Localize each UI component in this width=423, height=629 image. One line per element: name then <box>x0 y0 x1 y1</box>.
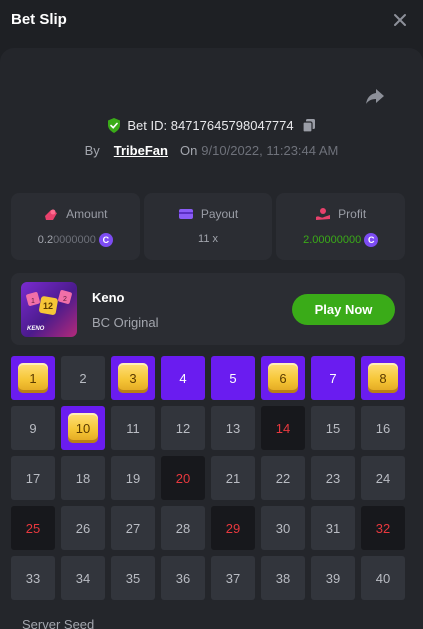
payout-card: Payout 11 x <box>143 193 273 260</box>
keno-cell-4: 4 <box>161 356 205 400</box>
keno-board: 1 2 3 4 5 6 7 8 9 10 11 12 13 14 15 16 17 18 19 20 21 22 23 24 2… <box>11 356 405 600</box>
keno-cell-3: 3 <box>111 356 155 400</box>
keno-cell-11: 11 <box>111 406 155 450</box>
keno-dice-1: 1 <box>31 298 35 305</box>
keno-cell-8: 8 <box>361 356 405 400</box>
bet-meta-row: By TribeFan On 9/10/2022, 11:23:44 AM <box>0 141 423 159</box>
keno-cell-37: 37 <box>211 556 255 600</box>
coin-icon: C <box>364 233 379 247</box>
modal-header: Bet Slip <box>0 0 423 40</box>
payout-icon <box>178 209 193 219</box>
game-provider: BC Original <box>92 315 159 330</box>
keno-cell-14: 14 <box>261 406 305 450</box>
on-label: On <box>179 142 198 158</box>
keno-cell-26: 26 <box>61 506 105 550</box>
game-name: Keno <box>92 290 125 305</box>
keno-logo-text: KENO <box>27 326 45 332</box>
bet-date: 9/10/2022, 11:23:44 AM <box>201 142 339 158</box>
keno-cell-2: 2 <box>61 356 105 400</box>
play-now-button[interactable]: Play Now <box>292 294 395 325</box>
keno-cell-24: 24 <box>361 456 405 500</box>
shield-check-icon <box>108 117 121 133</box>
keno-cell-39: 39 <box>311 556 355 600</box>
hit-tile: 6 <box>268 363 298 393</box>
keno-cell-28: 28 <box>161 506 205 550</box>
hit-tile: 8 <box>368 363 398 393</box>
coin-icon: C <box>98 233 113 247</box>
amount-value-main: 0.2 <box>37 234 54 246</box>
bet-id-row: Bet ID: 84717645798047774 <box>0 115 423 135</box>
keno-cell-25: 25 <box>11 506 55 550</box>
keno-cell-10: 10 <box>61 406 105 450</box>
amount-icon <box>45 209 58 220</box>
keno-cell-21: 21 <box>211 456 255 500</box>
by-label: By <box>84 142 100 158</box>
amount-label: Amount <box>66 207 108 221</box>
server-seed-label: Server Seed <box>22 617 95 629</box>
keno-cell-38: 38 <box>261 556 305 600</box>
modal-title: Bet Slip <box>11 11 67 28</box>
keno-logo-icon: 1 12 2 KENO <box>26 290 72 332</box>
copy-icon[interactable] <box>302 118 316 133</box>
keno-cell-15: 15 <box>311 406 355 450</box>
keno-cell-40: 40 <box>361 556 405 600</box>
keno-cell-13: 13 <box>211 406 255 450</box>
hit-tile: 3 <box>118 363 148 393</box>
keno-cell-32: 32 <box>361 506 405 550</box>
keno-cell-17: 17 <box>11 456 55 500</box>
keno-cell-12: 12 <box>161 406 205 450</box>
keno-cell-34: 34 <box>61 556 105 600</box>
keno-cell-22: 22 <box>261 456 305 500</box>
keno-cell-27: 27 <box>111 506 155 550</box>
keno-cell-16: 16 <box>361 406 405 450</box>
keno-dice-12: 12 <box>43 301 53 311</box>
keno-cell-30: 30 <box>261 506 305 550</box>
keno-thumbnail[interactable]: 1 12 2 KENO <box>21 282 77 337</box>
profit-icon <box>316 208 331 220</box>
payout-value: 11 x <box>198 233 218 245</box>
amount-card: Amount 0.20000000 C <box>11 193 140 260</box>
keno-cell-31: 31 <box>311 506 355 550</box>
keno-cell-33: 33 <box>11 556 55 600</box>
keno-cell-29: 29 <box>211 506 255 550</box>
game-card: 1 12 2 KENO Keno BC Original Play Now <box>11 273 405 345</box>
keno-cell-1: 1 <box>11 356 55 400</box>
keno-cell-6: 6 <box>261 356 305 400</box>
keno-cell-36: 36 <box>161 556 205 600</box>
profit-value-rest: 00000000 <box>312 234 362 246</box>
keno-cell-5: 5 <box>211 356 255 400</box>
profit-label: Profit <box>338 207 367 221</box>
keno-cell-35: 35 <box>111 556 155 600</box>
keno-cell-19: 19 <box>111 456 155 500</box>
close-icon[interactable] <box>390 10 410 30</box>
keno-cell-9: 9 <box>11 406 55 450</box>
stats-row: Amount 0.20000000 C Payout 11 x Profit 2… <box>11 193 406 260</box>
amount-value-rest: 0000000 <box>53 234 96 246</box>
bet-id: Bet ID: 84717645798047774 <box>127 117 294 133</box>
keno-cell-18: 18 <box>61 456 105 500</box>
hit-tile: 10 <box>68 413 98 443</box>
profit-card: Profit 2.00000000 C <box>276 193 406 260</box>
keno-cell-20: 20 <box>161 456 205 500</box>
payout-label: Payout <box>200 207 239 221</box>
user-link[interactable]: TribeFan <box>114 143 168 158</box>
keno-cell-23: 23 <box>311 456 355 500</box>
share-icon[interactable] <box>364 86 386 106</box>
hit-tile: 1 <box>18 363 48 393</box>
keno-cell-7: 7 <box>311 356 355 400</box>
keno-dice-2: 2 <box>63 296 67 303</box>
profit-value-main: 2. <box>303 234 313 246</box>
